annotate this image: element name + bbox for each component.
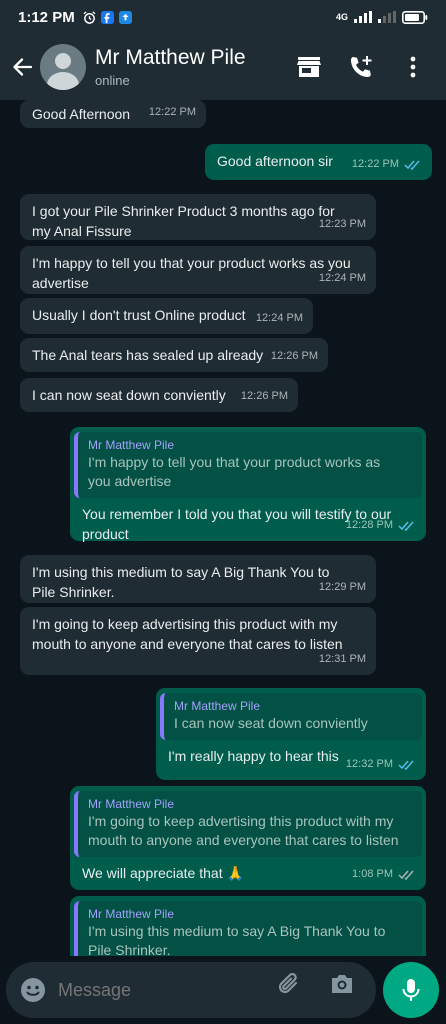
contact-info[interactable]: Mr Matthew Pile online bbox=[95, 46, 246, 88]
quoted-author: Mr Matthew Pile bbox=[88, 438, 175, 452]
double-check-icon bbox=[398, 760, 414, 770]
add-call-icon bbox=[351, 56, 372, 77]
message-time: 12:31 PM bbox=[318, 653, 366, 665]
message-time: 12:22 PM bbox=[352, 154, 422, 174]
message-bubble[interactable]: I can now seat down conviently 12:26 PM bbox=[20, 378, 298, 412]
message-bubble[interactable]: Usually I don't trust Online product 12:… bbox=[20, 298, 313, 334]
emoji-button[interactable] bbox=[18, 975, 48, 1005]
message-bubble[interactable]: Good afternoon sir 12:22 PM bbox=[205, 144, 432, 180]
facebook-icon bbox=[100, 10, 114, 24]
message-time: 12:23 PM bbox=[318, 218, 366, 230]
message-time: 12:22 PM bbox=[148, 106, 196, 118]
avatar-body bbox=[47, 72, 79, 90]
avatar-head bbox=[55, 53, 71, 69]
message-bubble[interactable]: Mr Matthew Pile I can now seat down conv… bbox=[156, 688, 426, 780]
add-call-button[interactable] bbox=[348, 54, 374, 80]
message-composer[interactable] bbox=[6, 962, 376, 1018]
quoted-author: Mr Matthew Pile bbox=[88, 907, 175, 921]
message-time: 12:28 PM bbox=[346, 515, 416, 535]
message-bubble[interactable]: Good Afternoon 12:22 PM bbox=[20, 100, 206, 128]
message-bubble[interactable]: The Anal tears has sealed up already 12:… bbox=[20, 338, 328, 372]
chat-area[interactable]: Good Afternoon 12:22 PM Good afternoon s… bbox=[0, 100, 446, 956]
message-bubble[interactable]: I'm using this medium to say A Big Thank… bbox=[20, 555, 376, 603]
message-time: 12:26 PM bbox=[270, 350, 318, 362]
camera-icon bbox=[332, 975, 352, 993]
signal-weak-icon bbox=[378, 11, 396, 23]
contact-status: online bbox=[95, 73, 130, 88]
more-options-button[interactable] bbox=[400, 54, 426, 80]
contact-name: Mr Matthew Pile bbox=[95, 46, 246, 69]
quoted-message[interactable]: Mr Matthew Pile I'm going to keep advert… bbox=[74, 791, 422, 857]
status-bar: 1:12 PM 4G bbox=[0, 0, 446, 34]
message-bubble[interactable]: Mr Matthew Pile I'm using this medium to… bbox=[70, 896, 426, 956]
arrow-left-icon bbox=[13, 58, 33, 76]
message-bubble[interactable]: I'm happy to tell you that your product … bbox=[20, 246, 376, 294]
message-text: I got your Pile Shrinker Product 3 month… bbox=[32, 203, 335, 239]
message-bubble[interactable]: I got your Pile Shrinker Product 3 month… bbox=[20, 194, 376, 240]
alarm-icon bbox=[83, 10, 96, 24]
store-icon bbox=[297, 57, 321, 77]
message-time: 1:08 PM bbox=[352, 864, 416, 884]
store-button[interactable] bbox=[296, 54, 322, 80]
message-time: 12:24 PM bbox=[255, 312, 303, 324]
message-bubble[interactable]: I'm going to keep advertising this produ… bbox=[20, 607, 376, 675]
message-text: I'm happy to tell you that your product … bbox=[32, 255, 351, 291]
message-bubble[interactable]: Mr Matthew Pile I'm happy to tell you th… bbox=[70, 427, 426, 542]
quoted-message[interactable]: Mr Matthew Pile I can now seat down conv… bbox=[160, 693, 422, 740]
mic-icon bbox=[402, 979, 420, 1001]
double-check-icon bbox=[398, 870, 414, 880]
quoted-text: I'm happy to tell you that your product … bbox=[88, 454, 381, 489]
status-time: 1:12 PM bbox=[18, 8, 75, 26]
signal-icon bbox=[354, 11, 372, 23]
quoted-author: Mr Matthew Pile bbox=[88, 797, 175, 811]
header-actions bbox=[296, 54, 426, 80]
message-input[interactable] bbox=[58, 979, 258, 1001]
camera-button[interactable] bbox=[329, 971, 355, 997]
quoted-text: I'm using this medium to say A Big Thank… bbox=[88, 923, 386, 956]
more-vert-icon bbox=[410, 56, 416, 78]
message-text: I'm using this medium to say A Big Thank… bbox=[32, 564, 330, 600]
composer-bar bbox=[0, 956, 446, 1024]
double-check-icon bbox=[404, 160, 420, 170]
quoted-author: Mr Matthew Pile bbox=[174, 699, 261, 713]
double-check-icon bbox=[398, 521, 414, 531]
quoted-message[interactable]: Mr Matthew Pile I'm using this medium to… bbox=[74, 901, 422, 956]
quoted-text: I can now seat down conviently bbox=[174, 715, 368, 731]
quoted-text: I'm going to keep advertising this produ… bbox=[88, 813, 399, 848]
message-time: 12:26 PM bbox=[240, 390, 288, 402]
message-time: 12:32 PM bbox=[346, 754, 416, 774]
paperclip-icon bbox=[278, 972, 298, 994]
message-time: 12:24 PM bbox=[318, 272, 366, 284]
attach-button[interactable] bbox=[276, 971, 302, 997]
chat-header: Mr Matthew Pile online bbox=[0, 34, 446, 100]
upload-icon bbox=[118, 10, 132, 24]
voice-record-button[interactable] bbox=[383, 962, 439, 1018]
message-text: I'm going to keep advertising this produ… bbox=[32, 616, 343, 652]
quoted-message[interactable]: Mr Matthew Pile I'm happy to tell you th… bbox=[74, 432, 422, 498]
message-bubble[interactable]: Mr Matthew Pile I'm going to keep advert… bbox=[70, 786, 426, 890]
avatar[interactable] bbox=[40, 44, 86, 90]
battery-icon bbox=[402, 10, 428, 24]
network-label: 4G bbox=[335, 12, 348, 22]
message-time: 12:29 PM bbox=[318, 581, 366, 593]
back-button[interactable] bbox=[6, 47, 38, 87]
emoji-icon bbox=[21, 978, 45, 1002]
